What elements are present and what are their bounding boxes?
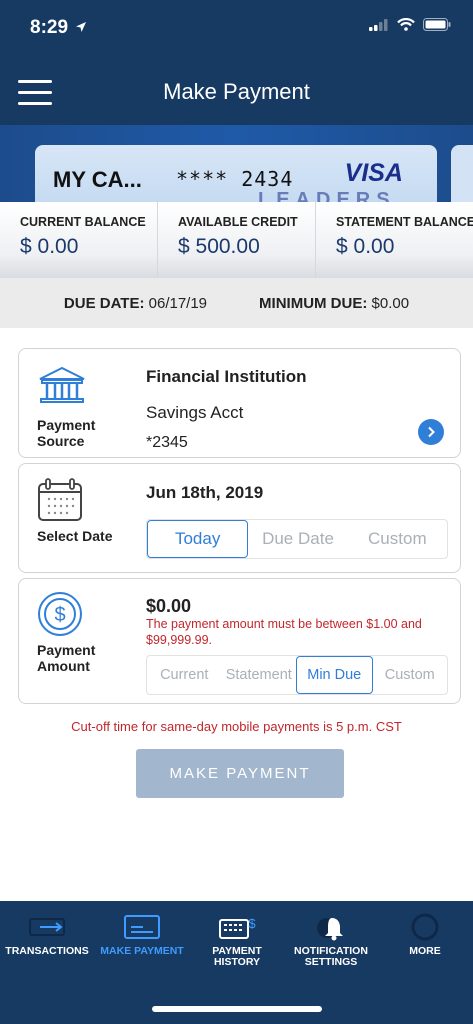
due-date: DUE DATE: 06/17/19 [63,294,208,312]
svg-text:$: $ [54,604,65,626]
selected-date: Jun 18th, 2019 [146,483,264,502]
card-number: **** 2434 [176,167,294,191]
payment-amount-panel: $ Payment Amount $0.00 The payment amoun… [18,578,461,704]
available-credit: AVAILABLE CREDIT $ 500.00 [158,202,316,278]
date-option-today[interactable]: Today [147,520,249,558]
source-account: Savings Acct [146,403,244,422]
bank-icon [39,366,85,403]
select-date-label: Select Date [37,528,113,544]
chevron-right-icon[interactable] [418,419,444,445]
status-time: 8:29 [30,17,87,39]
battery-icon [423,18,451,31]
tab-more[interactable]: MORE [378,911,472,957]
make-payment-button[interactable]: MAKE PAYMENT [136,749,344,798]
amount-error-message: The payment amount must be between $1.00… [146,617,422,647]
date-option-due-date[interactable]: Due Date [248,520,347,558]
top-bar: 8:29 Make Payment [0,0,473,125]
amount-option-current[interactable]: Current [147,656,222,694]
tab-notification-settings[interactable]: NOTIFICATION SETTINGS [284,911,378,968]
source-account-number: *2345 [146,434,188,451]
home-indicator[interactable] [152,1006,322,1012]
select-date-panel: Select Date Jun 18th, 2019 Today Due Dat… [18,463,461,573]
location-arrow-icon [76,22,87,32]
cutoff-notice: Cut-off time for same-day mobile payment… [71,719,402,734]
more-icon [411,913,439,941]
next-card-peek[interactable] [451,145,473,202]
tab-payment-history[interactable]: $ PAYMENT HISTORY [190,911,284,968]
svg-text:$: $ [248,916,256,931]
balance-summary: CURRENT BALANCE $ 0.00 AVAILABLE CREDIT … [0,202,473,278]
dollar-coin-icon: $ [38,592,82,636]
credit-card[interactable]: LEADERS MY CA... **** 2434 VISA [35,145,437,202]
tab-make-payment[interactable]: MAKE PAYMENT [95,911,189,957]
amount-option-custom[interactable]: Custom [373,656,448,694]
current-balance: CURRENT BALANCE $ 0.00 [0,202,158,278]
transactions-icon [29,918,65,936]
payment-amount-value: $0.00 [146,596,192,616]
payment-amount-label: Payment Amount [37,642,96,674]
amount-options: Current Statement Min Due Custom [146,655,448,695]
tab-transactions[interactable]: TRANSACTIONS [0,911,94,957]
cellular-signal-icon [369,18,388,31]
calendar-icon [38,478,82,521]
status-icons [369,18,451,31]
date-options: Today Due Date Custom [146,519,448,559]
card-carousel[interactable]: LEADERS MY CA... **** 2434 VISA [0,125,473,202]
due-info-bar: DUE DATE: 06/17/19 MINIMUM DUE: $0.00 [0,278,473,328]
amount-option-statement[interactable]: Statement [222,656,297,694]
wifi-icon [397,18,415,31]
payment-source-panel[interactable]: Payment Source Financial Institution Sav… [18,348,461,458]
amount-option-min-due[interactable]: Min Due [296,656,373,694]
statement-balance: STATEMENT BALANCE $ 0.00 [336,215,473,258]
page-title: Make Payment [163,79,310,104]
visa-logo: VISA [344,159,403,187]
notification-bell-icon [317,918,343,941]
payment-card-icon [124,915,160,939]
card-name: MY CA... [53,167,142,192]
minimum-due: MINIMUM DUE: $0.00 [259,294,410,312]
source-title: Financial Institution [146,367,307,386]
payment-history-icon: $ [219,916,256,939]
payment-source-label: Payment Source [37,417,96,449]
date-option-custom[interactable]: Custom [348,520,447,558]
